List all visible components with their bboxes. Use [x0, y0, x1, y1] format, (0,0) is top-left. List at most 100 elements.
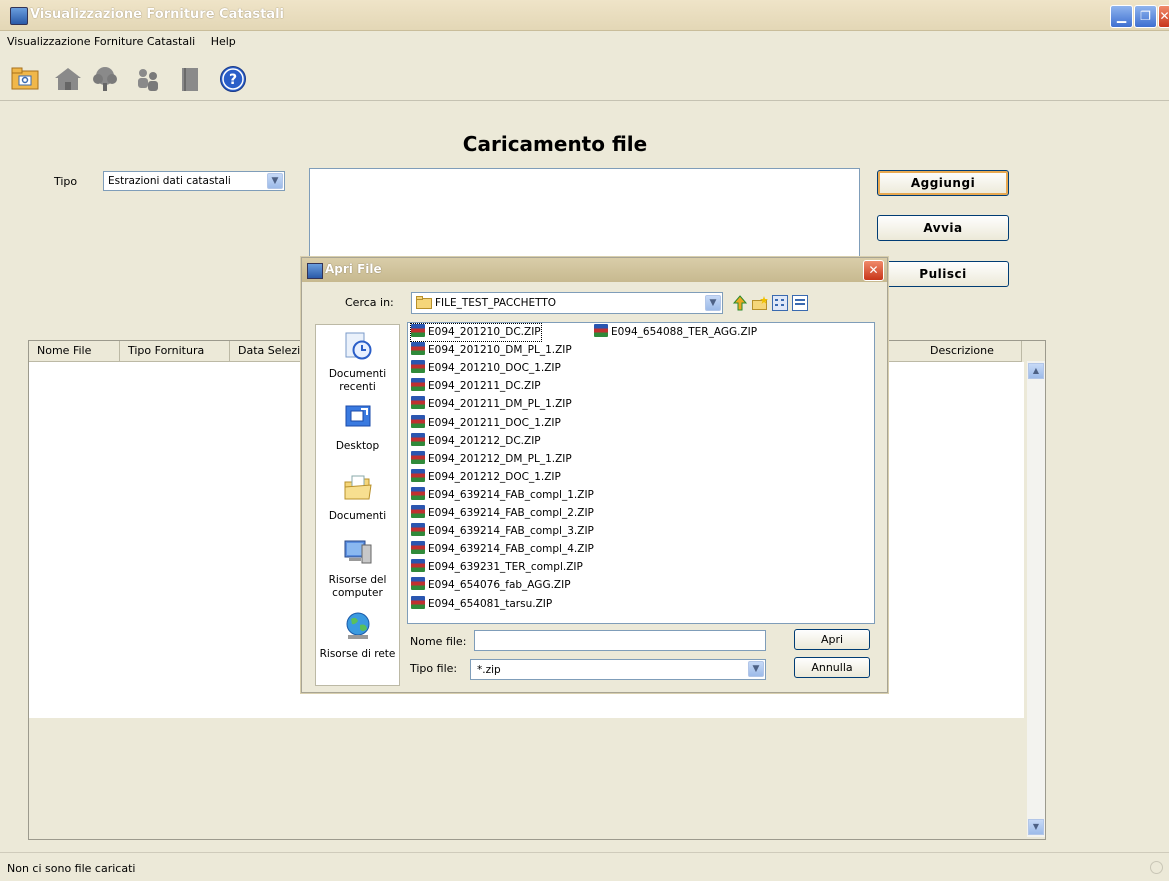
look-in-select[interactable]: FILE_TEST_PACCHETTO ▼ [411, 292, 723, 314]
cancel-button[interactable]: Annulla [794, 657, 870, 678]
chevron-down-icon[interactable]: ▼ [748, 661, 764, 677]
look-in-label: Cerca in: [345, 296, 394, 309]
tipo-label: Tipo [54, 175, 78, 188]
open-button[interactable]: Apri [794, 629, 870, 650]
file-list-item[interactable]: E094_654076_fab_AGG.ZIP [411, 577, 571, 594]
start-button[interactable]: Avvia [877, 215, 1009, 241]
column-header-descrizione[interactable]: Descrizione [922, 341, 1022, 361]
open-file-dialog: Apri File ✕ Cerca in: FILE_TEST_PACCHETT… [301, 257, 888, 693]
zip-archive-icon [411, 414, 425, 428]
file-name: E094_201211_DM_PL_1.ZIP [428, 398, 572, 411]
file-list-item[interactable]: E094_201212_DC.ZIP [411, 432, 541, 450]
file-name: E094_201210_DC.ZIP [428, 326, 541, 338]
table-scrollbar[interactable]: ▲ ▼ [1027, 361, 1045, 837]
zip-archive-icon [411, 432, 425, 446]
restore-button[interactable]: ❐ [1134, 5, 1157, 28]
file-name: E094_201211_DOC_1.ZIP [428, 416, 561, 429]
filetype-label: Tipo file: [410, 662, 458, 675]
chevron-down-icon[interactable]: ▼ [267, 173, 283, 189]
file-list-item[interactable]: E094_639214_FAB_compl_3.ZIP [411, 523, 594, 540]
scroll-up-icon[interactable]: ▲ [1028, 363, 1044, 379]
dialog-close-button[interactable]: ✕ [863, 260, 884, 281]
svg-text:?: ? [229, 72, 237, 88]
place-label: Documenti [328, 510, 387, 522]
recent-documents-icon [345, 332, 371, 360]
file-name: E094_201210_DOC_1.ZIP [428, 362, 561, 375]
place-recent-documents[interactable]: Documenti recenti [316, 331, 399, 394]
scroll-down-icon[interactable]: ▼ [1028, 819, 1044, 835]
menu-visualizzazione[interactable]: Visualizzazione Forniture Catastali [0, 31, 200, 48]
filetype-select[interactable]: *.zip ▼ [470, 659, 766, 680]
chevron-down-icon[interactable]: ▼ [705, 295, 721, 311]
file-list-item[interactable]: E094_201210_DC.ZIP [410, 323, 542, 342]
minimize-button[interactable]: ▁ [1110, 5, 1133, 28]
file-list-item[interactable]: E094_201211_DM_PL_1.ZIP [411, 396, 572, 413]
file-name: E094_654076_fab_AGG.ZIP [428, 579, 571, 592]
zip-archive-icon [411, 505, 425, 518]
file-name: E094_639214_FAB_compl_3.ZIP [428, 525, 594, 538]
tipo-select[interactable]: Estrazioni dati catastali ▼ [103, 171, 285, 191]
clear-button[interactable]: Pulisci [877, 261, 1009, 287]
desktop-icon [345, 405, 370, 427]
zip-archive-icon [411, 342, 425, 356]
tree-icon[interactable] [90, 65, 120, 93]
file-list-item[interactable]: E094_201212_DM_PL_1.ZIP [411, 450, 572, 468]
house-icon[interactable] [53, 65, 83, 93]
zip-archive-icon [411, 559, 425, 573]
file-list-item[interactable]: E094_654088_TER_AGG.ZIP [594, 324, 757, 341]
column-header-nome-file[interactable]: Nome File [29, 341, 120, 361]
status-bar: Non ci sono file caricati [0, 852, 1169, 881]
file-list-item[interactable]: E094_639214_FAB_compl_4.ZIP [411, 541, 594, 558]
column-header-tipo-fornitura[interactable]: Tipo Fornitura [120, 341, 230, 361]
file-list-item[interactable]: E094_201211_DOC_1.ZIP [411, 414, 561, 432]
place-label: Documenti recenti [328, 368, 387, 393]
details-view-icon[interactable] [792, 295, 808, 311]
zip-archive-icon [411, 595, 425, 609]
file-list[interactable]: E094_201210_DC.ZIP E094_201210_DM_PL_1.ZI… [407, 322, 875, 624]
list-view-icon[interactable] [772, 295, 788, 311]
file-list-item[interactable]: E094_201212_DOC_1.ZIP [411, 468, 561, 486]
filename-input[interactable] [474, 630, 766, 651]
place-desktop[interactable]: Desktop [316, 403, 399, 453]
place-label: Desktop [335, 440, 380, 452]
java-app-icon [10, 7, 28, 25]
file-name: E094_654088_TER_AGG.ZIP [611, 326, 758, 338]
file-list-item[interactable]: E094_201210_DM_PL_1.ZIP [411, 342, 572, 359]
file-list-item[interactable]: E094_201211_DC.ZIP [411, 378, 541, 395]
zip-archive-icon [411, 523, 425, 537]
people-icon[interactable] [133, 65, 163, 93]
file-name: E094_201210_DM_PL_1.ZIP [428, 344, 572, 357]
dialog-titlebar: Apri File ✕ [302, 258, 887, 282]
zip-archive-icon [411, 378, 425, 392]
file-list-item[interactable]: E094_654081_tarsu.ZIP [411, 595, 553, 613]
file-list-item[interactable]: E094_639231_TER_compl.ZIP [411, 559, 583, 576]
open-folder-icon[interactable] [10, 65, 40, 93]
busy-indicator-icon [1150, 861, 1163, 874]
file-name: E094_654081_tarsu.ZIP [428, 597, 553, 610]
zip-archive-icon [594, 324, 608, 337]
place-label: Risorse di rete [319, 648, 396, 660]
place-network[interactable]: Risorse di rete [316, 611, 399, 661]
filename-label: Nome file: [410, 635, 467, 648]
help-icon[interactable]: ? [218, 65, 248, 93]
menu-help[interactable]: Help [204, 31, 241, 48]
new-folder-icon[interactable] [752, 295, 769, 311]
zip-archive-icon [411, 486, 425, 500]
file-list-item[interactable]: E094_639214_FAB_compl_1.ZIP [411, 486, 594, 504]
files-textarea[interactable] [309, 168, 860, 262]
place-my-computer[interactable]: Risorse del computer [316, 537, 399, 600]
file-name: E094_201212_DC.ZIP [428, 434, 541, 447]
tipo-select-value: Estrazioni dati catastali [108, 175, 231, 187]
add-button[interactable]: Aggiungi [877, 170, 1009, 196]
up-folder-icon[interactable] [732, 295, 748, 311]
zip-archive-icon [411, 324, 425, 337]
close-button[interactable]: ✕ [1158, 5, 1169, 28]
computer-icon [344, 540, 371, 564]
book-icon[interactable] [175, 65, 205, 93]
file-list-item[interactable]: E094_201210_DOC_1.ZIP [411, 360, 561, 377]
place-documents[interactable]: Documenti [316, 473, 399, 523]
zip-archive-icon [411, 468, 425, 482]
places-bar: Documenti recenti Desktop Documenti Riso… [315, 324, 400, 686]
toolbar: ? [0, 56, 1169, 101]
file-list-item[interactable]: E094_639214_FAB_compl_2.ZIP [411, 505, 594, 522]
